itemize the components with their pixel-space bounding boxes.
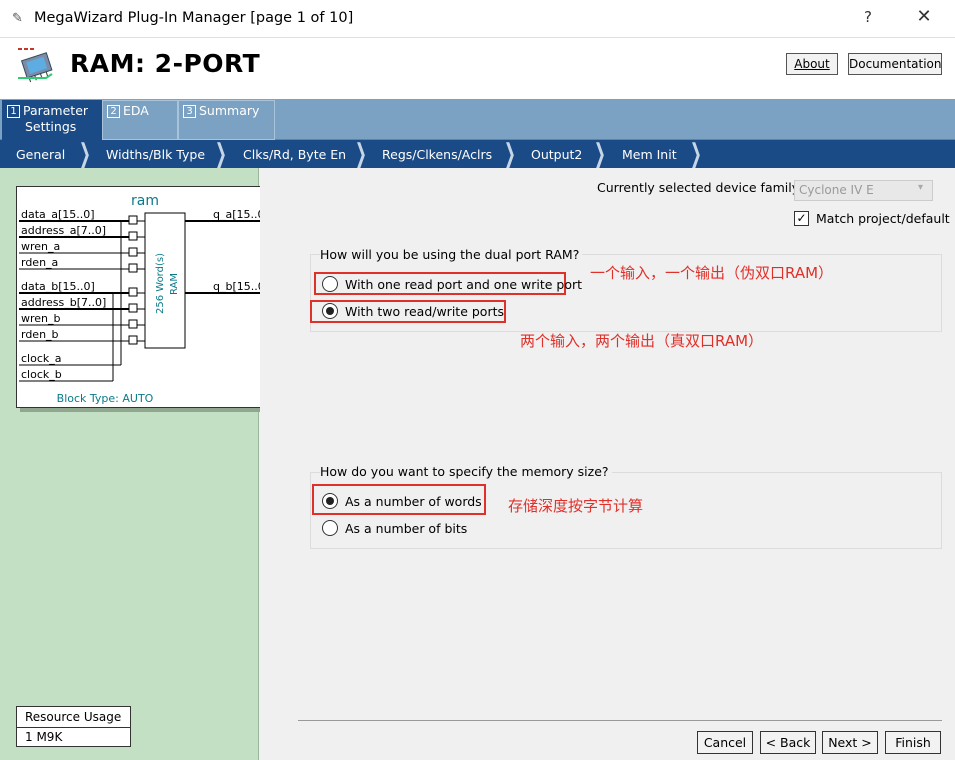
- core-label-2: RAM: [169, 273, 180, 295]
- annotation-note: 一个输入，一个输出（伪双口RAM）: [590, 264, 834, 282]
- device-family-label: Currently selected device family:: [597, 180, 803, 195]
- chevron-right-icon: ❯: [354, 139, 367, 169]
- tab-number: 3: [183, 105, 196, 118]
- chip-icon: [18, 48, 53, 83]
- block-name: ram: [131, 193, 159, 209]
- back-button[interactable]: < Back: [760, 731, 816, 754]
- match-project-label: Match project/default: [816, 211, 950, 226]
- port-label: rden_b: [21, 328, 59, 341]
- radio-two-read-write[interactable]: [322, 303, 338, 319]
- subnav-widths-blk-type[interactable]: Widths/Blk Type: [106, 147, 205, 162]
- window-title: MegaWizard Plug-In Manager [page 1 of 10…: [34, 10, 354, 26]
- port-label: clock_a: [21, 352, 62, 365]
- resource-usage-value: 1 M9K: [16, 727, 131, 747]
- port-label: wren_b: [21, 312, 61, 325]
- chevron-right-icon: ❯: [503, 139, 516, 169]
- wizard-app-icon: ✎: [12, 11, 23, 26]
- radio-number-of-bits[interactable]: [322, 520, 338, 536]
- chevron-right-icon: ❯: [78, 139, 91, 169]
- port-label: address_b[7..0]: [21, 296, 106, 309]
- documentation-button[interactable]: Documentation: [848, 53, 942, 75]
- port-label: clock_b: [21, 368, 62, 381]
- subnav-output2[interactable]: Output2: [531, 147, 582, 162]
- radio-label[interactable]: As a number of bits: [345, 521, 467, 536]
- tab-summary[interactable]: 3 Summary: [178, 100, 275, 140]
- core-label: 256 Word(s): [155, 253, 166, 314]
- port-label: rden_a: [21, 256, 58, 269]
- tab-label: Summary: [199, 103, 260, 118]
- tab-number: 1: [7, 105, 20, 118]
- radio-number-of-words[interactable]: [322, 493, 338, 509]
- tab-label: Parameter: [23, 103, 89, 118]
- device-family-select[interactable]: Cyclone IV E: [794, 180, 933, 201]
- chevron-right-icon: ❯: [593, 139, 606, 169]
- block-type-label: Block Type: AUTO: [57, 392, 154, 405]
- port-label: data_b[15..0]: [21, 280, 95, 293]
- port-label: wren_a: [21, 240, 60, 253]
- tab-number: 2: [107, 105, 120, 118]
- subnav-clks-rd-byte-en[interactable]: Clks/Rd, Byte En: [243, 147, 346, 162]
- annotation-note: 存储深度按字节计算: [508, 497, 644, 515]
- next-button[interactable]: Next >: [822, 731, 878, 754]
- radio-label[interactable]: As a number of words: [345, 494, 482, 509]
- subnav-general[interactable]: General: [16, 147, 65, 162]
- tab-eda[interactable]: 2 EDA: [102, 100, 178, 140]
- port-label: address_a[7..0]: [21, 224, 106, 237]
- chevron-right-icon: ❯: [689, 139, 702, 169]
- tab-label-line2: Settings: [25, 119, 77, 134]
- about-button[interactable]: About: [786, 53, 838, 75]
- annotation-note: 两个输入，两个输出（真双口RAM）: [520, 332, 764, 350]
- subnav-regs-clkens-aclrs[interactable]: Regs/Clkens/Aclrs: [382, 147, 492, 162]
- finish-button[interactable]: Finish: [885, 731, 941, 754]
- chevron-right-icon: ❯: [214, 139, 227, 169]
- resource-usage-label: Resource Usage: [16, 706, 131, 728]
- radio-label[interactable]: With one read port and one write port: [345, 277, 582, 292]
- match-project-checkbox[interactable]: ✓: [794, 211, 809, 226]
- footer-divider: [298, 720, 942, 721]
- radio-one-read-one-write[interactable]: [322, 276, 338, 292]
- radio-label[interactable]: With two read/write ports: [345, 304, 504, 319]
- tab-parameter-settings[interactable]: 1 Parameter Settings: [2, 100, 102, 140]
- port-label: data_a[15..0]: [21, 208, 95, 221]
- dual-port-question: How will you be using the dual port RAM?: [320, 247, 583, 262]
- page-title: RAM: 2-PORT: [70, 49, 261, 78]
- cancel-button[interactable]: Cancel: [697, 731, 753, 754]
- chevron-down-icon: ▾: [918, 182, 924, 193]
- close-button[interactable]: ✕: [906, 6, 942, 32]
- memory-size-question: How do you want to specify the memory si…: [320, 464, 612, 479]
- ram-block-symbol: ram 256 Word(s) RAM data_a[15..0] addres…: [16, 186, 275, 408]
- subnav-mem-init[interactable]: Mem Init: [622, 147, 677, 162]
- ram-block-diagram: ram 256 Word(s) RAM data_a[15..0] addres…: [19, 193, 272, 405]
- help-button[interactable]: ?: [856, 8, 880, 30]
- tab-label: EDA: [123, 103, 149, 118]
